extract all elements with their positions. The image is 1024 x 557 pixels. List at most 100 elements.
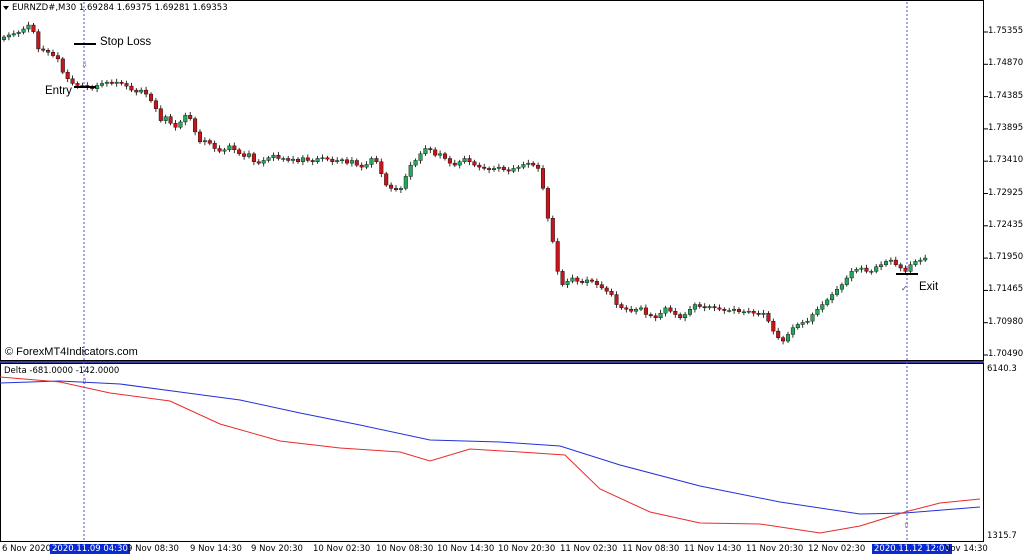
candle-body bbox=[634, 308, 639, 312]
candle-body bbox=[330, 158, 335, 162]
entry-label: Entry bbox=[45, 85, 72, 97]
price-tick-label: 1.74870 bbox=[988, 58, 1024, 69]
candle-body bbox=[810, 314, 815, 322]
price-tick-label: 1.71950 bbox=[988, 252, 1024, 263]
candle-body bbox=[781, 337, 786, 342]
candle-body bbox=[256, 161, 261, 164]
candle-body bbox=[428, 148, 433, 151]
candle-body bbox=[737, 308, 742, 313]
candle-body bbox=[702, 306, 707, 309]
stop-loss-label: Stop Loss bbox=[100, 36, 152, 48]
candle-body bbox=[893, 259, 898, 265]
candle-body bbox=[242, 153, 247, 157]
candle-body bbox=[825, 299, 830, 305]
candle-body bbox=[526, 162, 531, 165]
candle-body bbox=[516, 166, 521, 169]
candle-body bbox=[741, 311, 746, 314]
candle-body bbox=[678, 314, 683, 319]
candle-body bbox=[163, 116, 168, 121]
candle-body bbox=[70, 78, 75, 84]
candle-body bbox=[403, 176, 408, 189]
candlestick-series bbox=[2, 21, 928, 345]
time-tick-label: 2020.11.09 04:30 bbox=[50, 544, 130, 554]
candle-body bbox=[590, 279, 595, 282]
indicator-plot-area[interactable] bbox=[0, 363, 984, 542]
candle-body bbox=[898, 264, 903, 269]
candle-body bbox=[457, 161, 462, 166]
candle-body bbox=[835, 289, 840, 295]
time-tick-label: 11 Nov 08:30 bbox=[622, 544, 680, 554]
candle-body bbox=[918, 259, 923, 262]
candle-body bbox=[511, 168, 516, 172]
candle-body bbox=[443, 153, 448, 159]
candle-body bbox=[296, 158, 301, 162]
candle-body bbox=[144, 89, 149, 95]
candle-body bbox=[359, 164, 364, 168]
candle-body bbox=[849, 271, 854, 279]
candle-body bbox=[879, 264, 884, 267]
candle-body bbox=[541, 168, 546, 189]
candle-body bbox=[501, 166, 506, 170]
price-tick-label: 1.73410 bbox=[988, 155, 1024, 166]
candle-body bbox=[550, 218, 555, 242]
candle-body bbox=[653, 315, 658, 319]
candle-body bbox=[692, 304, 697, 310]
watermark: © ForexMT4Indicators.com bbox=[5, 346, 138, 358]
candle-body bbox=[202, 140, 207, 143]
candle-body bbox=[815, 308, 820, 315]
candle-body bbox=[869, 271, 874, 273]
time-tick-label: 10 Nov 08:30 bbox=[376, 544, 434, 554]
candle-body bbox=[398, 188, 403, 190]
candle-body bbox=[193, 118, 198, 133]
candle-body bbox=[271, 154, 276, 159]
candle-body bbox=[521, 164, 526, 168]
candle-body bbox=[795, 324, 800, 328]
candle-body bbox=[555, 241, 560, 272]
candle-body bbox=[222, 149, 227, 152]
candle-body bbox=[599, 284, 604, 289]
candle-body bbox=[16, 32, 21, 34]
candle-body bbox=[482, 166, 487, 169]
candle-body bbox=[658, 312, 663, 319]
price-tick-label: 1.75355 bbox=[988, 26, 1024, 36]
indicator-axis-bottom: 1315.7 bbox=[987, 531, 1017, 541]
candle-body bbox=[158, 108, 163, 121]
candle-body bbox=[369, 158, 374, 165]
candle-body bbox=[340, 159, 345, 162]
candle-body bbox=[433, 149, 438, 156]
time-tick-label: 12 Nov 02:30 bbox=[808, 544, 866, 554]
candle-body bbox=[712, 306, 717, 309]
candle-body bbox=[305, 157, 310, 161]
price-tick-label: 1.73895 bbox=[988, 122, 1024, 133]
time-tick-label: 10 Nov 14:30 bbox=[437, 544, 495, 554]
price-tick-label: 1.72435 bbox=[988, 219, 1024, 230]
candle-body bbox=[423, 148, 428, 155]
trading-chart-window[interactable]: ⇩ ✓ ⇩ ⇧ bbox=[0, 0, 1024, 557]
candle-body bbox=[624, 307, 629, 310]
candle-body bbox=[492, 168, 497, 170]
chart-menu-triangle-icon[interactable] bbox=[3, 6, 9, 10]
candle-body bbox=[36, 31, 41, 50]
main-plot-area[interactable] bbox=[0, 0, 984, 361]
candle-body bbox=[232, 145, 237, 151]
candle-body bbox=[560, 271, 565, 285]
candle-body bbox=[354, 160, 359, 166]
candle-body bbox=[124, 83, 129, 87]
time-tick-label: 10 Nov 02:30 bbox=[313, 544, 371, 554]
candle-body bbox=[707, 306, 712, 309]
candle-body bbox=[506, 169, 511, 172]
candle-body bbox=[746, 310, 751, 313]
price-tick-label: 1.70980 bbox=[988, 316, 1024, 327]
candle-body bbox=[11, 33, 16, 36]
candle-body bbox=[683, 314, 688, 319]
candle-body bbox=[776, 330, 781, 338]
candle-body bbox=[839, 284, 844, 290]
candle-body bbox=[727, 310, 732, 312]
candle-body bbox=[496, 166, 501, 169]
candle-body bbox=[575, 277, 580, 282]
exit-label: Exit bbox=[919, 281, 939, 293]
candle-body bbox=[467, 158, 472, 162]
candle-body bbox=[349, 160, 354, 164]
indicator-exit-arrow-icon: ⇧ bbox=[903, 521, 910, 530]
candle-body bbox=[688, 308, 693, 315]
